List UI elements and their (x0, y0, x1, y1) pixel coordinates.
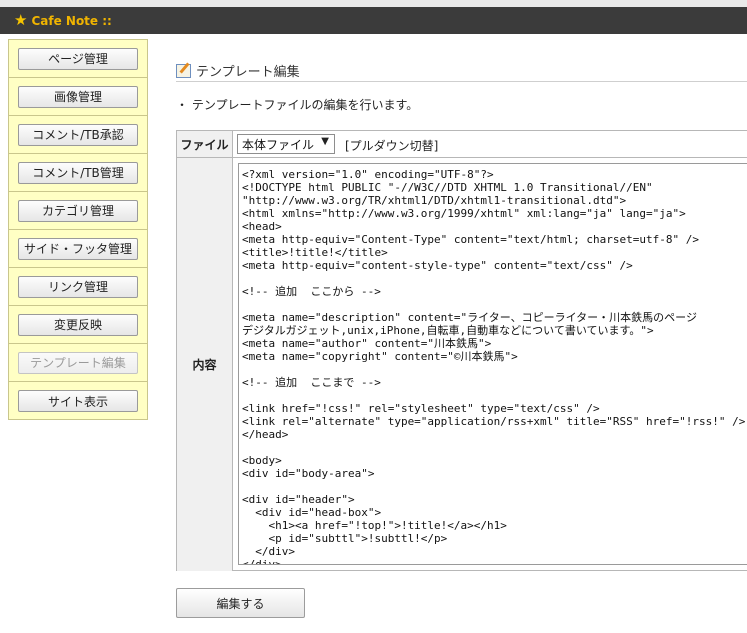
file-select-value: 本体ファイル (242, 137, 315, 152)
comment-tb-management-button[interactable]: コメント/TB管理 (18, 161, 138, 184)
page-management-button[interactable]: ページ管理 (18, 47, 138, 70)
page-description: ・ テンプレートファイルの編集を行います。 (176, 98, 419, 112)
sidebar-item-template-edit: テンプレート編集 (9, 344, 147, 382)
section-heading: テンプレート編集 (176, 60, 747, 82)
page-title: テンプレート編集 (196, 65, 300, 80)
dropdown-hint: [プルダウン切替] (345, 139, 439, 153)
sidebar-item-category: カテゴリ管理 (9, 192, 147, 230)
sidebar-item-apply-changes: 変更反映 (9, 306, 147, 344)
dropdown-arrow-icon: ▼ (321, 136, 329, 147)
sidebar-item-image: 画像管理 (9, 78, 147, 116)
sidebar-item-comment-management: コメント/TB管理 (9, 154, 147, 192)
sidebar-item-link: リンク管理 (9, 268, 147, 306)
site-view-button[interactable]: サイト表示 (18, 390, 138, 412)
star-icon: ★ (14, 11, 28, 29)
edit-template-icon (176, 63, 191, 78)
sidebar-item-side-footer: サイド・フッタ管理 (9, 230, 147, 268)
template-code-editor[interactable]: <?xml version="1.0" encoding="UTF-8"?> <… (238, 163, 747, 565)
image-management-button[interactable]: 画像管理 (18, 85, 138, 108)
apply-changes-button[interactable]: 変更反映 (18, 313, 138, 336)
app-header: ★ Cafe Note :: (0, 7, 747, 34)
file-row: ファイル 本体ファイル ▼ [プルダウン切替] (177, 131, 747, 158)
submit-edit-button[interactable]: 編集する (176, 588, 305, 618)
side-footer-management-button[interactable]: サイド・フッタ管理 (18, 237, 138, 260)
file-label: ファイル (177, 131, 233, 157)
sidebar-menu: ページ管理 画像管理 コメント/TB承認 コメント/TB管理 カテゴリ管理 サイ… (8, 39, 148, 420)
content-row: 内容 <?xml version="1.0" encoding="UTF-8"?… (177, 158, 747, 571)
template-edit-form: ファイル 本体ファイル ▼ [プルダウン切替] 内容 <?xml version… (176, 130, 747, 571)
category-management-button[interactable]: カテゴリ管理 (18, 199, 138, 222)
app-title: Cafe Note :: (31, 13, 112, 28)
content-label: 内容 (177, 158, 233, 571)
sidebar-item-page: ページ管理 (9, 40, 147, 78)
comment-tb-approval-button[interactable]: コメント/TB承認 (18, 123, 138, 146)
sidebar-item-comment-approval: コメント/TB承認 (9, 116, 147, 154)
template-edit-button[interactable]: テンプレート編集 (18, 351, 138, 374)
file-select[interactable]: 本体ファイル ▼ (237, 134, 335, 154)
link-management-button[interactable]: リンク管理 (18, 275, 138, 298)
top-strip (0, 0, 747, 7)
sidebar-item-site-view: サイト表示 (9, 382, 147, 420)
